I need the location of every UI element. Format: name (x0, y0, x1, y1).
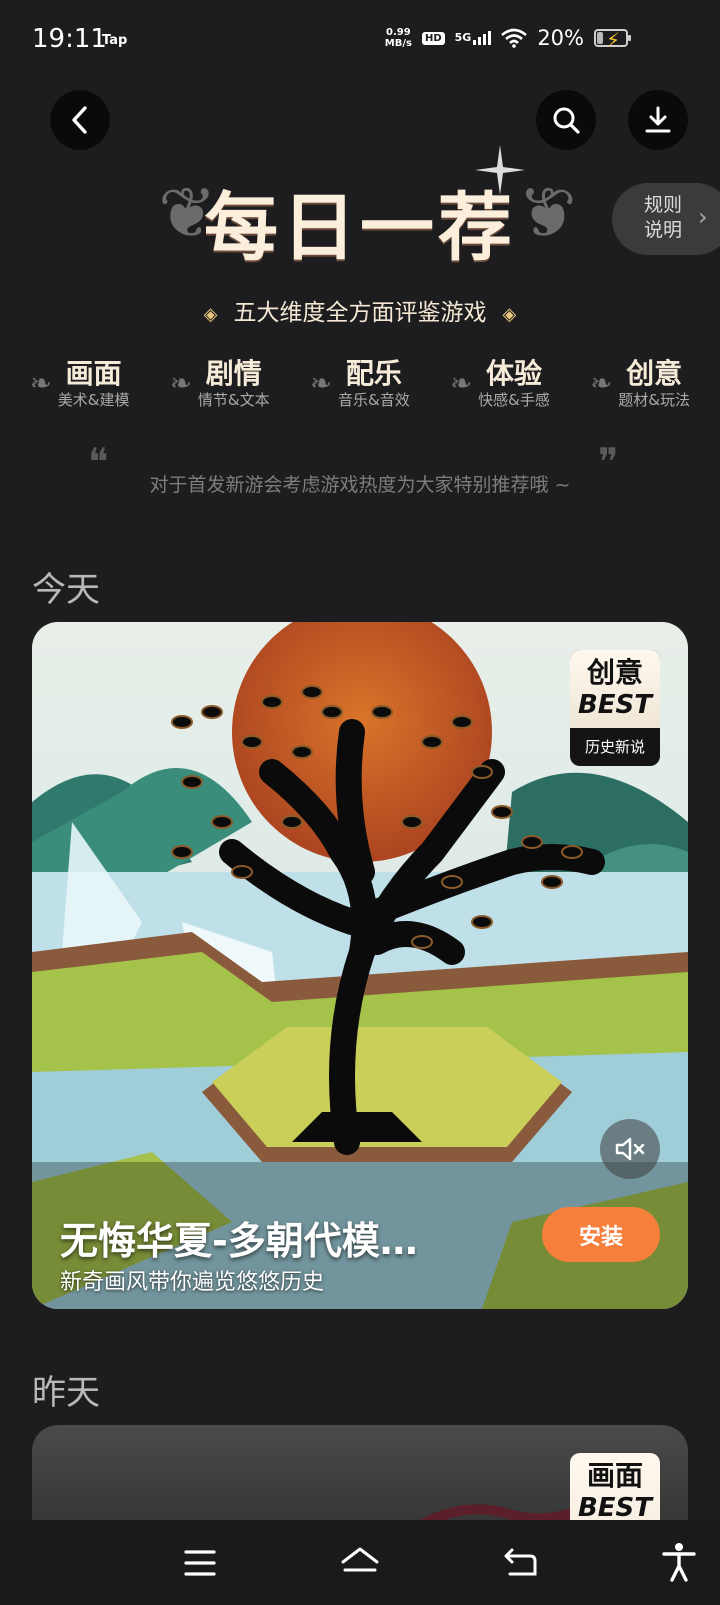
laurel-icon: ❧ (590, 369, 613, 399)
volume-muted-icon (615, 1137, 645, 1161)
today-game-card[interactable]: 创意 BEST 历史新说 无悔华夏-多朝代模… 新奇画风带你遍览悠悠历史 安装 (32, 622, 688, 1309)
wifi-icon (501, 28, 528, 48)
section-today: 今天 (32, 570, 100, 610)
battery-percent: 20% (537, 26, 584, 50)
accessibility-icon[interactable] (662, 1542, 696, 1582)
home-icon[interactable] (340, 1546, 380, 1580)
app-indicator: Tap (102, 33, 128, 48)
quote-close-icon: ❞ (598, 440, 619, 484)
dimension-item: ❧ 体验 快感&手感 (450, 357, 550, 410)
dimension-item: ❧ 画面 美术&建模 (30, 357, 130, 410)
signal-icon: 5G (455, 31, 492, 45)
install-button[interactable]: 安装 (542, 1207, 660, 1262)
chevron-right-icon: › (698, 203, 708, 231)
best-badge: 创意 BEST 历史新说 (570, 650, 660, 766)
download-icon (645, 106, 671, 133)
diamond-icon: ◈ (502, 304, 517, 325)
mute-button[interactable] (600, 1119, 660, 1179)
game-description: 新奇画风带你遍览悠悠历史 (60, 1270, 325, 1295)
download-button[interactable] (628, 90, 688, 150)
rules-button[interactable]: 规则 说明 › (612, 183, 720, 255)
dimension-list: ❧ 画面 美术&建模 ❧ 剧情 情节&文本 ❧ 配乐 音乐&音效 ❧ 体验 快感&手感 … (30, 358, 690, 410)
return-icon[interactable] (504, 1546, 538, 1580)
dimension-item: ❧ 配乐 音乐&音效 (310, 357, 410, 410)
dimension-item: ❧ 剧情 情节&文本 (170, 357, 270, 410)
back-button[interactable] (50, 90, 110, 150)
bolt-icon: ⚡ (606, 28, 621, 52)
menu-icon[interactable] (184, 1548, 216, 1578)
section-yesterday: 昨天 (32, 1373, 100, 1413)
laurel-icon: ❧ (310, 369, 333, 399)
game-title[interactable]: 无悔华夏-多朝代模… (60, 1210, 418, 1265)
laurel-icon: ❧ (30, 369, 52, 399)
laurel-icon: ❧ (170, 369, 192, 399)
battery-level (597, 32, 603, 44)
hd-badge: HD (421, 31, 445, 45)
laurel-icon: ❧ (450, 369, 473, 399)
page-subtitle: ◈ 五大维度全方面评鉴游戏 ◈ (203, 300, 517, 326)
network-speed: 0.99 MB/s (384, 27, 412, 49)
laurel-right-icon: ❦ (518, 172, 577, 254)
dimension-item: ❧ 创意 题材&玩法 (590, 357, 691, 410)
search-button[interactable] (536, 90, 596, 150)
status-icons: 0.99 MB/s HD 5G 20% (384, 26, 631, 50)
search-icon (553, 107, 580, 134)
status-time: 19:11 (32, 24, 107, 54)
back-arrow-icon (72, 106, 87, 134)
diamond-icon: ◈ (203, 304, 218, 325)
system-nav-bar (0, 1520, 720, 1605)
